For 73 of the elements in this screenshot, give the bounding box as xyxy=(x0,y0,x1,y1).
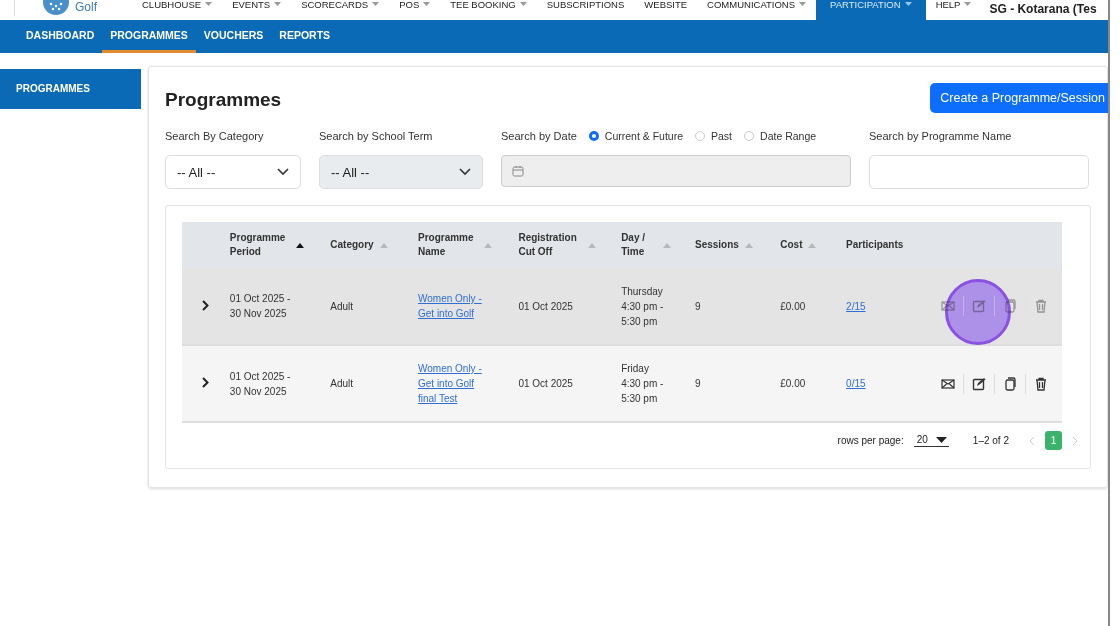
nav-menu-item[interactable]: WEBSITE xyxy=(634,0,698,20)
programme-link[interactable]: Women Only - Get into Golf final Test xyxy=(418,361,488,406)
copy-icon xyxy=(1003,299,1017,313)
table-row[interactable]: 01 Oct 2025 - 30 Nov 2025 Adult Women Only - Get into Golf 01 Oct 2025 Thursday 4:30 pm - 5:30 pm 9 £0.00 2/15 xyxy=(182,268,1062,345)
page-range: 1–2 of 2 xyxy=(972,435,1009,446)
table-cell: 01 Oct 2025 xyxy=(518,378,573,389)
programme-link[interactable]: Women Only - Get into Golf xyxy=(418,291,488,321)
brand-name: Golf xyxy=(75,0,97,14)
chevron-right-icon xyxy=(202,377,210,388)
nav-menu-item[interactable]: HELP xyxy=(925,0,982,20)
column-header[interactable]: Day / Time xyxy=(621,231,658,259)
chevron-right-icon xyxy=(202,299,210,311)
table-cell-text: Thursday 4:30 pm - 5:30 pm xyxy=(621,284,665,329)
chevron-right-icon xyxy=(1072,435,1078,446)
club-name: SG - Kotarana (Tes xyxy=(989,1,1097,16)
table-cell-text: Friday 4:30 pm - 5:30 pm xyxy=(621,362,665,406)
table-cell-text: 01 Oct 2025 - 30 Nov 2025 xyxy=(229,369,292,399)
rows-per-page-select[interactable]: 20 xyxy=(913,434,949,447)
radio-option[interactable]: Date Range xyxy=(744,130,817,142)
participants-link[interactable]: 2/15 xyxy=(846,298,866,314)
trash-icon xyxy=(1034,299,1048,313)
table-cell: £0.00 xyxy=(780,378,806,389)
calendar-icon xyxy=(512,165,524,177)
column-header[interactable]: Registration Cut Off xyxy=(518,231,583,259)
subnav-tab[interactable]: DASHBOARD xyxy=(18,20,103,53)
table-cell: 9 xyxy=(695,300,701,312)
nav-menu-item[interactable]: SUBSCRIPTIONS xyxy=(536,0,635,20)
column-header[interactable]: Participants xyxy=(846,238,904,252)
page-title: Programmes xyxy=(165,88,282,111)
chevron-down-icon xyxy=(277,168,289,176)
date-field[interactable] xyxy=(501,155,851,187)
edit-icon xyxy=(972,376,986,391)
column-header[interactable]: Programme Name xyxy=(418,231,478,259)
column-header[interactable]: Category xyxy=(330,238,374,252)
filter-label: Search by School Term xyxy=(319,129,434,143)
table-cell: 01 Oct 2025 xyxy=(518,300,573,312)
radio-option[interactable]: Past xyxy=(695,130,733,142)
radio-option[interactable]: Current & Future xyxy=(588,130,684,142)
column-header[interactable]: Cost xyxy=(780,238,803,252)
chevron-down-icon xyxy=(459,168,471,176)
filter-label: Search by Programme Name xyxy=(869,129,1013,143)
search-field[interactable] xyxy=(869,155,1089,189)
table-cell: Adult xyxy=(330,300,354,312)
participants-link[interactable]: 0/15 xyxy=(846,376,866,391)
nav-menu-item[interactable]: TEE BOOKING xyxy=(440,0,537,20)
create-button[interactable]: Create a Programme/Session xyxy=(930,83,1108,113)
nav-menu-item[interactable]: EVENTS xyxy=(222,0,292,20)
nav-menu-item[interactable]: COMMUNICATIONS xyxy=(697,0,817,20)
copy-icon xyxy=(1003,376,1017,391)
nav-menu-item[interactable]: SCORECARDS xyxy=(291,0,390,20)
sidebar-item[interactable]: PROGRAMMES xyxy=(0,69,141,109)
column-header[interactable]: Programme Period xyxy=(229,231,290,259)
nav-menu-item[interactable]: PARTICIPATION xyxy=(816,0,926,20)
table-cell: 9 xyxy=(695,378,701,389)
nav-menu-item[interactable]: POS xyxy=(389,0,441,20)
select-field[interactable]: -- All -- xyxy=(165,155,301,189)
envelope-icon xyxy=(941,376,955,391)
rows-per-page-label: rows per page: xyxy=(837,435,904,446)
column-header[interactable]: Sessions xyxy=(695,238,739,252)
subnav-tab[interactable]: REPORTS xyxy=(271,20,339,53)
subnav-tab[interactable]: VOUCHERS xyxy=(195,20,272,53)
envelope-icon xyxy=(941,299,955,313)
trash-icon xyxy=(1034,376,1048,391)
table-row[interactable]: 01 Oct 2025 - 30 Nov 2025 Adult Women Only - Get into Golf final Test 01 Oct 2025 Friday 4:30 pm - 5:30 pm 9 £0.00 0/15 xyxy=(182,345,1062,422)
table-cell: Adult xyxy=(330,378,354,389)
caret-icon xyxy=(935,436,947,443)
chevron-left-icon xyxy=(1029,435,1035,446)
table-cell-text: 01 Oct 2025 - 30 Nov 2025 xyxy=(229,292,292,321)
edit-icon xyxy=(972,299,986,313)
nav-menu-item[interactable]: CLUBHOUSE xyxy=(132,0,223,20)
table-cell: £0.00 xyxy=(780,300,806,312)
filter-label: Search by Date xyxy=(501,129,577,143)
filter-label: Search By Category xyxy=(165,129,265,143)
